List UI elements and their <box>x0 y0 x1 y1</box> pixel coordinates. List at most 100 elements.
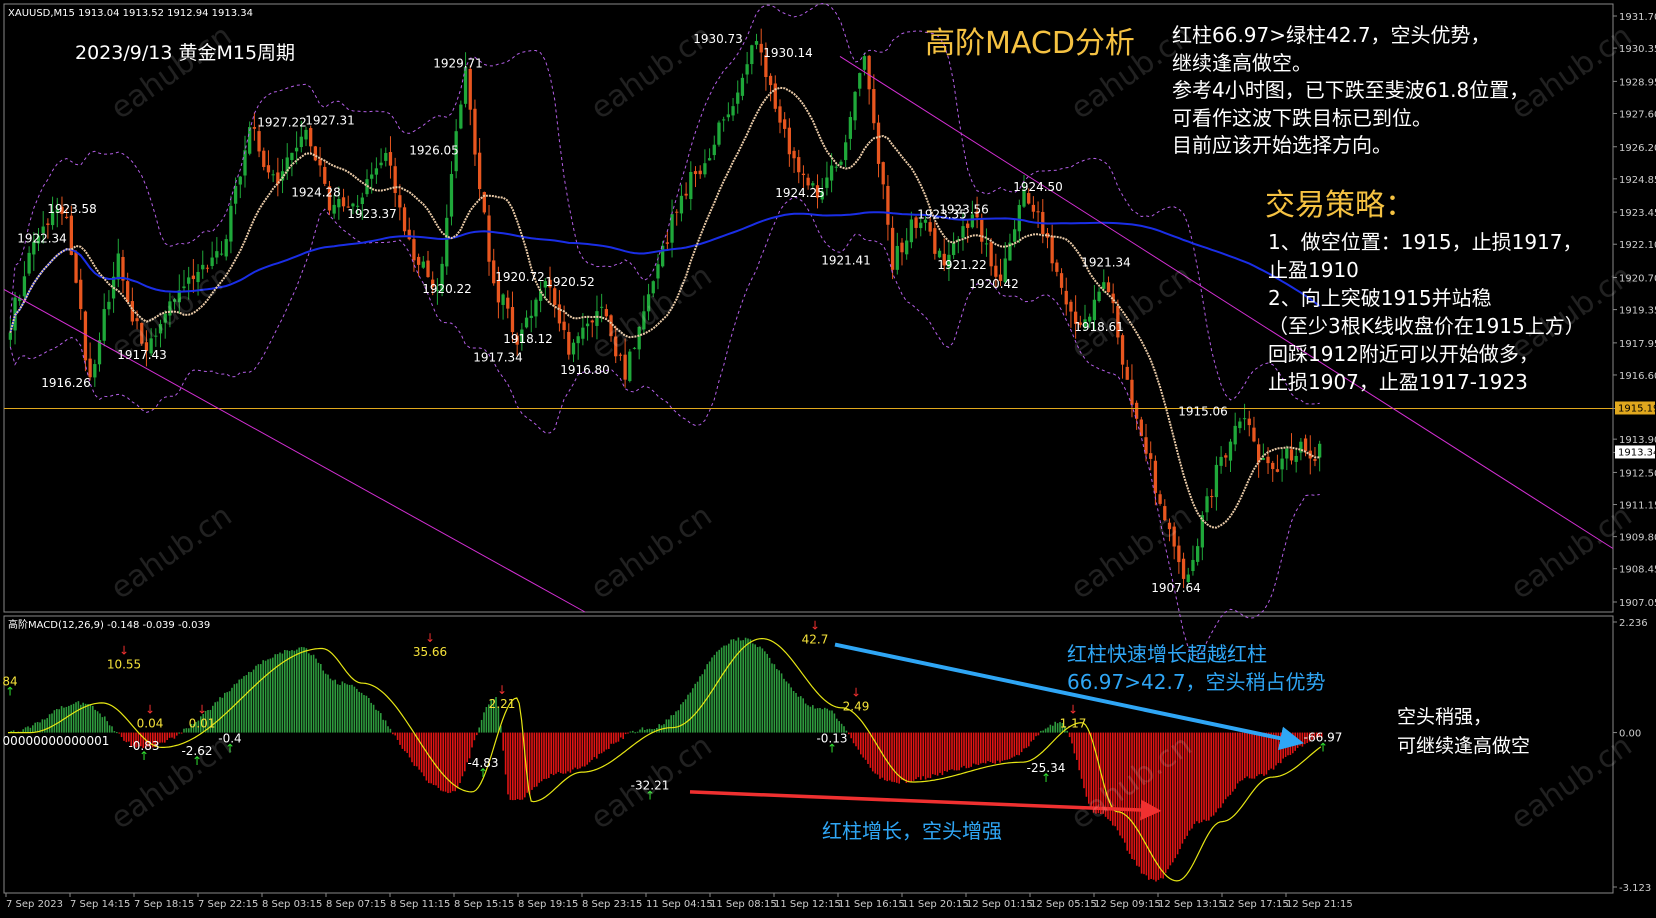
macd-bar <box>1244 732 1246 779</box>
macd-bar <box>761 648 764 733</box>
macd-bar <box>164 732 166 743</box>
macd-bar <box>1208 732 1210 821</box>
macd-arrow: ↑ <box>478 766 488 780</box>
candle-body <box>778 106 782 123</box>
macd-bar <box>392 732 394 735</box>
macd-bar <box>228 691 231 733</box>
macd-bar <box>406 732 408 753</box>
macd-bar <box>629 731 632 733</box>
macd-bar <box>910 732 912 782</box>
macd-bar <box>608 732 610 749</box>
macd-bar <box>826 708 828 733</box>
macd-bar <box>339 685 341 733</box>
macd-bar <box>185 728 188 733</box>
candle-body <box>745 64 749 75</box>
macd-bar <box>948 732 951 770</box>
macd-bar <box>1236 732 1239 784</box>
macd-bar <box>1222 732 1224 804</box>
macd-bar <box>104 716 106 733</box>
candle-body <box>562 321 566 331</box>
macd-bar <box>384 720 387 733</box>
macd-bar <box>783 678 785 733</box>
macd-bar <box>332 680 334 733</box>
time-tick-label: 11 Sep 04:15 <box>646 899 713 910</box>
macd-bar <box>1013 732 1016 757</box>
macd-bar <box>658 724 660 733</box>
candle-body <box>801 173 806 176</box>
macd-bar <box>303 647 305 733</box>
macd-bar <box>905 732 908 783</box>
price-label: 1924.25 <box>775 186 825 200</box>
price-tick-label: 1907.05 <box>1619 598 1656 609</box>
candle-body <box>980 219 984 242</box>
candle-body <box>219 253 224 255</box>
candle-body <box>1242 418 1247 420</box>
macd-bar <box>1004 732 1006 761</box>
candle-body <box>984 243 989 245</box>
annotation-line: 66.97>42.7，空头稍占优势 <box>1067 670 1326 694</box>
candle-body <box>506 297 510 309</box>
macd-bar <box>675 711 677 733</box>
candle-body <box>1313 459 1317 461</box>
macd-header: 高阶MACD(12,26,9) -0.148 -0.039 -0.039 <box>8 618 210 631</box>
price-label: 1927.31 <box>305 113 355 127</box>
macd-bar <box>586 732 588 765</box>
macd-bar <box>809 706 812 733</box>
macd-bar <box>245 675 248 733</box>
candle-body <box>374 168 379 175</box>
macd-bar <box>999 732 1001 763</box>
macd-bar <box>960 732 963 768</box>
candle-body <box>839 161 843 165</box>
candle-body <box>271 174 275 176</box>
macd-bar <box>120 732 123 738</box>
price-label: 1923.56 <box>939 203 989 217</box>
macd-bar <box>1289 732 1292 755</box>
macd-bar <box>718 649 720 733</box>
macd-bar <box>389 728 392 733</box>
macd-bar <box>1008 732 1011 760</box>
candle-body <box>736 92 740 104</box>
price-label: 1921.22 <box>937 258 987 272</box>
macd-bar <box>1220 732 1222 808</box>
price-tick-label: 1928.95 <box>1619 77 1656 88</box>
macd-bar <box>411 732 413 763</box>
candle-body <box>797 157 801 173</box>
macd-bar <box>1193 732 1196 824</box>
candle-body <box>252 127 257 129</box>
macd-bar <box>509 732 512 800</box>
macd-arrow: ↑ <box>1041 771 1051 785</box>
candle-body <box>1106 282 1111 293</box>
macd-bar <box>747 638 749 733</box>
macd-bar <box>519 732 521 800</box>
watermark-text: eahub.cn <box>585 18 719 126</box>
candle-body <box>1050 235 1054 264</box>
macd-bar <box>869 732 872 768</box>
macd-bar <box>591 732 593 760</box>
candle-body <box>853 91 857 121</box>
candle-body <box>1130 379 1134 405</box>
price-tick-label: 1912.50 <box>1619 468 1656 479</box>
watermark-text: eahub.cn <box>585 258 719 366</box>
macd-bar <box>562 732 564 774</box>
macd-bar <box>375 709 377 733</box>
macd-arrow: ↓ <box>810 619 820 633</box>
macd-bar <box>72 703 75 733</box>
macd-bar <box>442 732 444 792</box>
macd-annotation-compare: 红柱快速增长超越红柱 66.97>42.7，空头稍占优势 <box>1067 640 1326 696</box>
macd-bar <box>516 732 519 800</box>
macd-bar <box>468 732 471 759</box>
macd-bar <box>1210 732 1212 817</box>
time-tick-label: 8 Sep 11:15 <box>390 899 450 910</box>
macd-bar <box>1253 732 1256 779</box>
macd-bar <box>819 707 821 733</box>
macd-bar <box>459 732 461 783</box>
macd-bar <box>1256 732 1258 777</box>
time-tick-label: 12 Sep 13:15 <box>1158 899 1225 910</box>
strategy-text: 1、做空位置：1915，止损1917， 止盈1910 2、向上突破1915并站稳… <box>1268 228 1585 396</box>
macd-bar <box>677 710 680 733</box>
candle-body <box>679 195 684 214</box>
macd-bar <box>1224 732 1227 800</box>
candle-body <box>768 75 773 86</box>
macd-bar <box>1001 732 1004 761</box>
candle-body <box>722 119 726 121</box>
